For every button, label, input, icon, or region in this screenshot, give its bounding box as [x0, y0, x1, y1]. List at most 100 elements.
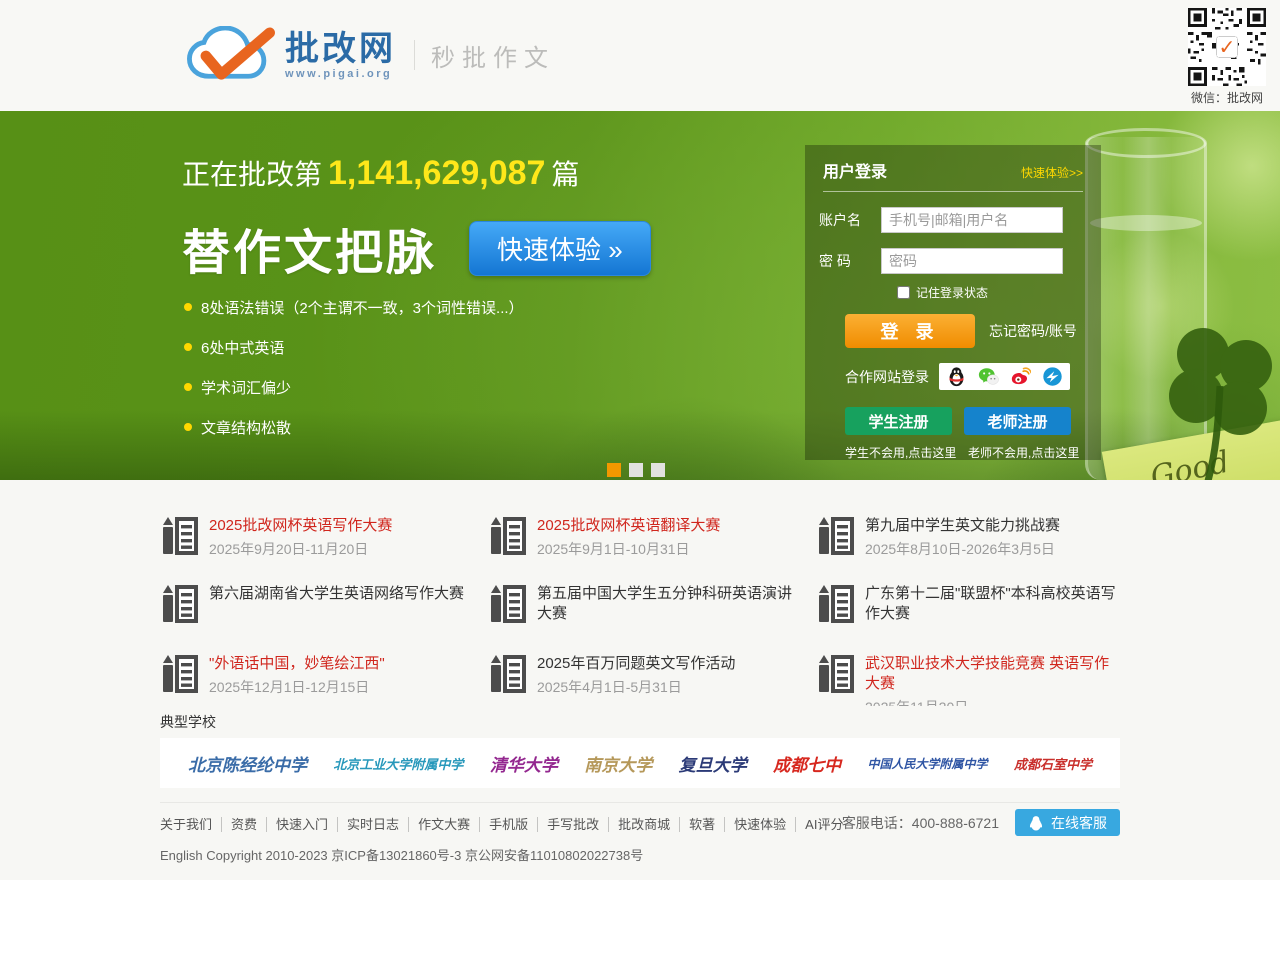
school-logo[interactable]: 北京陈经纶中学: [188, 751, 307, 776]
pencil-paper-icon: [160, 516, 198, 556]
school-logo[interactable]: 中国人民大学附属中学: [868, 755, 988, 772]
contest-item: 2025批改网杯英语写作大赛 2025年9月20日-11月20日: [160, 516, 488, 584]
contest-item: 广东第十二届"联盟杯"本科高校英语写作大赛: [816, 584, 1120, 654]
online-support-button[interactable]: 在线客服: [1015, 809, 1120, 836]
contest-title[interactable]: 2025年百万同题英文写作活动: [537, 654, 735, 674]
contest-item: 2025批改网杯英语翻译大赛 2025年9月1日-10月31日: [488, 516, 816, 584]
header: 批改网 www.pigai.org 秒批作文: [0, 0, 1280, 111]
footer: 关于我们资费快速入门实时日志作文大赛手机版手写批改批改商城软著快速体验AI评分 …: [160, 802, 1120, 864]
pencil-paper-icon: [160, 584, 198, 624]
site-url: www.pigai.org: [285, 68, 396, 80]
school-logo[interactable]: 成都石室中学: [1014, 754, 1092, 773]
contest-date: 2025年12月1日-12月15日: [209, 677, 385, 697]
footer-link[interactable]: 快速体验: [725, 817, 796, 832]
carousel-dot-1[interactable]: [607, 463, 621, 477]
main-content: 2025批改网杯英语写作大赛 2025年9月20日-11月20日 2025批改网…: [0, 480, 1280, 880]
tencent-weibo-login-icon[interactable]: [1042, 366, 1063, 387]
contest-item: "外语话中国，妙笔绘江西" 2025年12月1日-12月15日: [160, 654, 488, 706]
pencil-paper-icon: [816, 654, 854, 694]
student-help-link[interactable]: 学生不会用,点击这里: [845, 444, 964, 461]
pencil-paper-icon: [488, 584, 526, 624]
schools-logo-bar: 北京陈经纶中学 北京工业大学附属中学 清华大学 南京大学 复旦大学 成都七中 中…: [160, 738, 1120, 788]
contest-date: 2025年9月20日-11月20日: [209, 539, 392, 559]
contest-item: 第九届中学生英文能力挑战赛 2025年8月10日-2026年3月5日: [816, 516, 1120, 584]
site-name: 批改网: [285, 31, 396, 67]
pencil-paper-icon: [816, 516, 854, 556]
qq-penguin-icon: [1028, 815, 1044, 831]
bullet-item: 学术词汇偏少: [184, 381, 524, 396]
password-label: 密 码: [819, 251, 881, 271]
contest-title[interactable]: 武汉职业技术大学技能竞赛 英语写作大赛: [865, 654, 1120, 694]
contest-item: 第六届湖南省大学生英语网络写作大赛: [160, 584, 488, 654]
footer-link[interactable]: 实时日志: [338, 817, 409, 832]
contest-item: 第五届中国大学生五分钟科研英语演讲大赛: [488, 584, 816, 654]
site-tagline: 秒批作文: [431, 38, 555, 73]
student-register-button[interactable]: 学生注册: [845, 407, 952, 435]
svg-text:✓: ✓: [1219, 35, 1236, 59]
support-phone: 客服电话：400-888-6721: [842, 813, 999, 833]
pencil-paper-icon: [488, 516, 526, 556]
carousel-dot-3[interactable]: [651, 463, 665, 477]
contest-date: 2025年9月1日-10月31日: [537, 539, 720, 559]
forgot-password-link[interactable]: 忘记密码/账号: [989, 321, 1077, 341]
social-login-bar: [939, 363, 1070, 390]
pencil-paper-icon: [816, 584, 854, 624]
contest-list: 2025批改网杯英语写作大赛 2025年9月20日-11月20日 2025批改网…: [160, 516, 1120, 706]
contest-title[interactable]: 2025批改网杯英语写作大赛: [209, 516, 392, 536]
teacher-help-link[interactable]: 老师不会用,点击这里: [968, 444, 1087, 461]
weibo-login-icon[interactable]: [1010, 366, 1031, 387]
counter-prefix: 正在批改第: [182, 159, 322, 190]
username-input[interactable]: [881, 207, 1063, 233]
wechat-login-icon[interactable]: [978, 366, 999, 387]
bullet-item: 文章结构松散: [184, 421, 524, 436]
login-panel: 用户登录 快速体验>> 账户名 密 码 记住登录状态 登 录 忘记密码/账号 合…: [805, 145, 1101, 460]
contest-title[interactable]: 广东第十二届"联盟杯"本科高校英语写作大赛: [865, 584, 1120, 624]
wechat-qr-code: ✓: [1188, 8, 1266, 86]
quick-try-button[interactable]: 快速体验 »: [469, 221, 651, 276]
footer-link[interactable]: 关于我们: [160, 817, 222, 832]
school-logo[interactable]: 清华大学: [490, 751, 558, 776]
online-support-label: 在线客服: [1051, 813, 1107, 833]
remember-label: 记住登录状态: [916, 284, 988, 301]
contest-date: 2025年11月20日: [865, 697, 1120, 706]
clover-leaf-decoration: [1158, 316, 1278, 480]
login-quick-try-link[interactable]: 快速体验>>: [1021, 164, 1083, 181]
pencil-paper-icon: [488, 654, 526, 694]
bullet-item: 6处中式英语: [184, 341, 524, 356]
login-button[interactable]: 登 录: [845, 314, 975, 348]
counter-suffix: 篇: [551, 159, 579, 190]
contest-item: 2025年百万同题英文写作活动 2025年4月1日-5月31日: [488, 654, 816, 706]
footer-link[interactable]: 手机版: [480, 817, 538, 832]
footer-link[interactable]: 作文大赛: [409, 817, 480, 832]
school-logo[interactable]: 复旦大学: [679, 751, 747, 776]
contest-title[interactable]: "外语话中国，妙笔绘江西": [209, 654, 385, 674]
footer-link[interactable]: 资费: [222, 817, 267, 832]
login-panel-title: 用户登录: [823, 158, 887, 182]
feature-bullet-list: 8处语法错误（2个主谓不一致，3个词性错误...） 6处中式英语 学术词汇偏少 …: [184, 301, 524, 461]
school-logo[interactable]: 南京大学: [584, 751, 652, 776]
teacher-register-button[interactable]: 老师注册: [964, 407, 1071, 435]
footer-link[interactable]: 批改商城: [609, 817, 680, 832]
footer-link[interactable]: 手写批改: [538, 817, 609, 832]
site-logo[interactable]: 批改网 www.pigai.org 秒批作文: [183, 26, 555, 84]
copyright-text: English Copyright 2010-2023 京ICP备1302186…: [160, 845, 1120, 864]
footer-link[interactable]: 快速入门: [267, 817, 338, 832]
correction-counter: 正在批改第1,141,629,087篇: [182, 153, 579, 193]
schools-heading: 典型学校: [160, 712, 1120, 732]
qq-login-icon[interactable]: [946, 366, 967, 387]
contest-title[interactable]: 第五届中国大学生五分钟科研英语演讲大赛: [537, 584, 792, 624]
partner-login-label: 合作网站登录: [845, 367, 929, 387]
contest-date: 2025年4月1日-5月31日: [537, 677, 735, 697]
contest-title[interactable]: 2025批改网杯英语翻译大赛: [537, 516, 720, 536]
pencil-paper-icon: [160, 654, 198, 694]
school-logo[interactable]: 成都七中: [773, 751, 841, 776]
username-label: 账户名: [819, 210, 881, 230]
footer-link[interactable]: 软著: [680, 817, 725, 832]
password-input[interactable]: [881, 248, 1063, 274]
carousel-dot-2[interactable]: [629, 463, 643, 477]
cloud-check-logo-icon: [183, 26, 279, 84]
school-logo[interactable]: 北京工业大学附属中学: [333, 754, 463, 773]
contest-title[interactable]: 第九届中学生英文能力挑战赛: [865, 516, 1060, 536]
remember-checkbox[interactable]: [897, 286, 910, 299]
contest-title[interactable]: 第六届湖南省大学生英语网络写作大赛: [209, 584, 464, 604]
